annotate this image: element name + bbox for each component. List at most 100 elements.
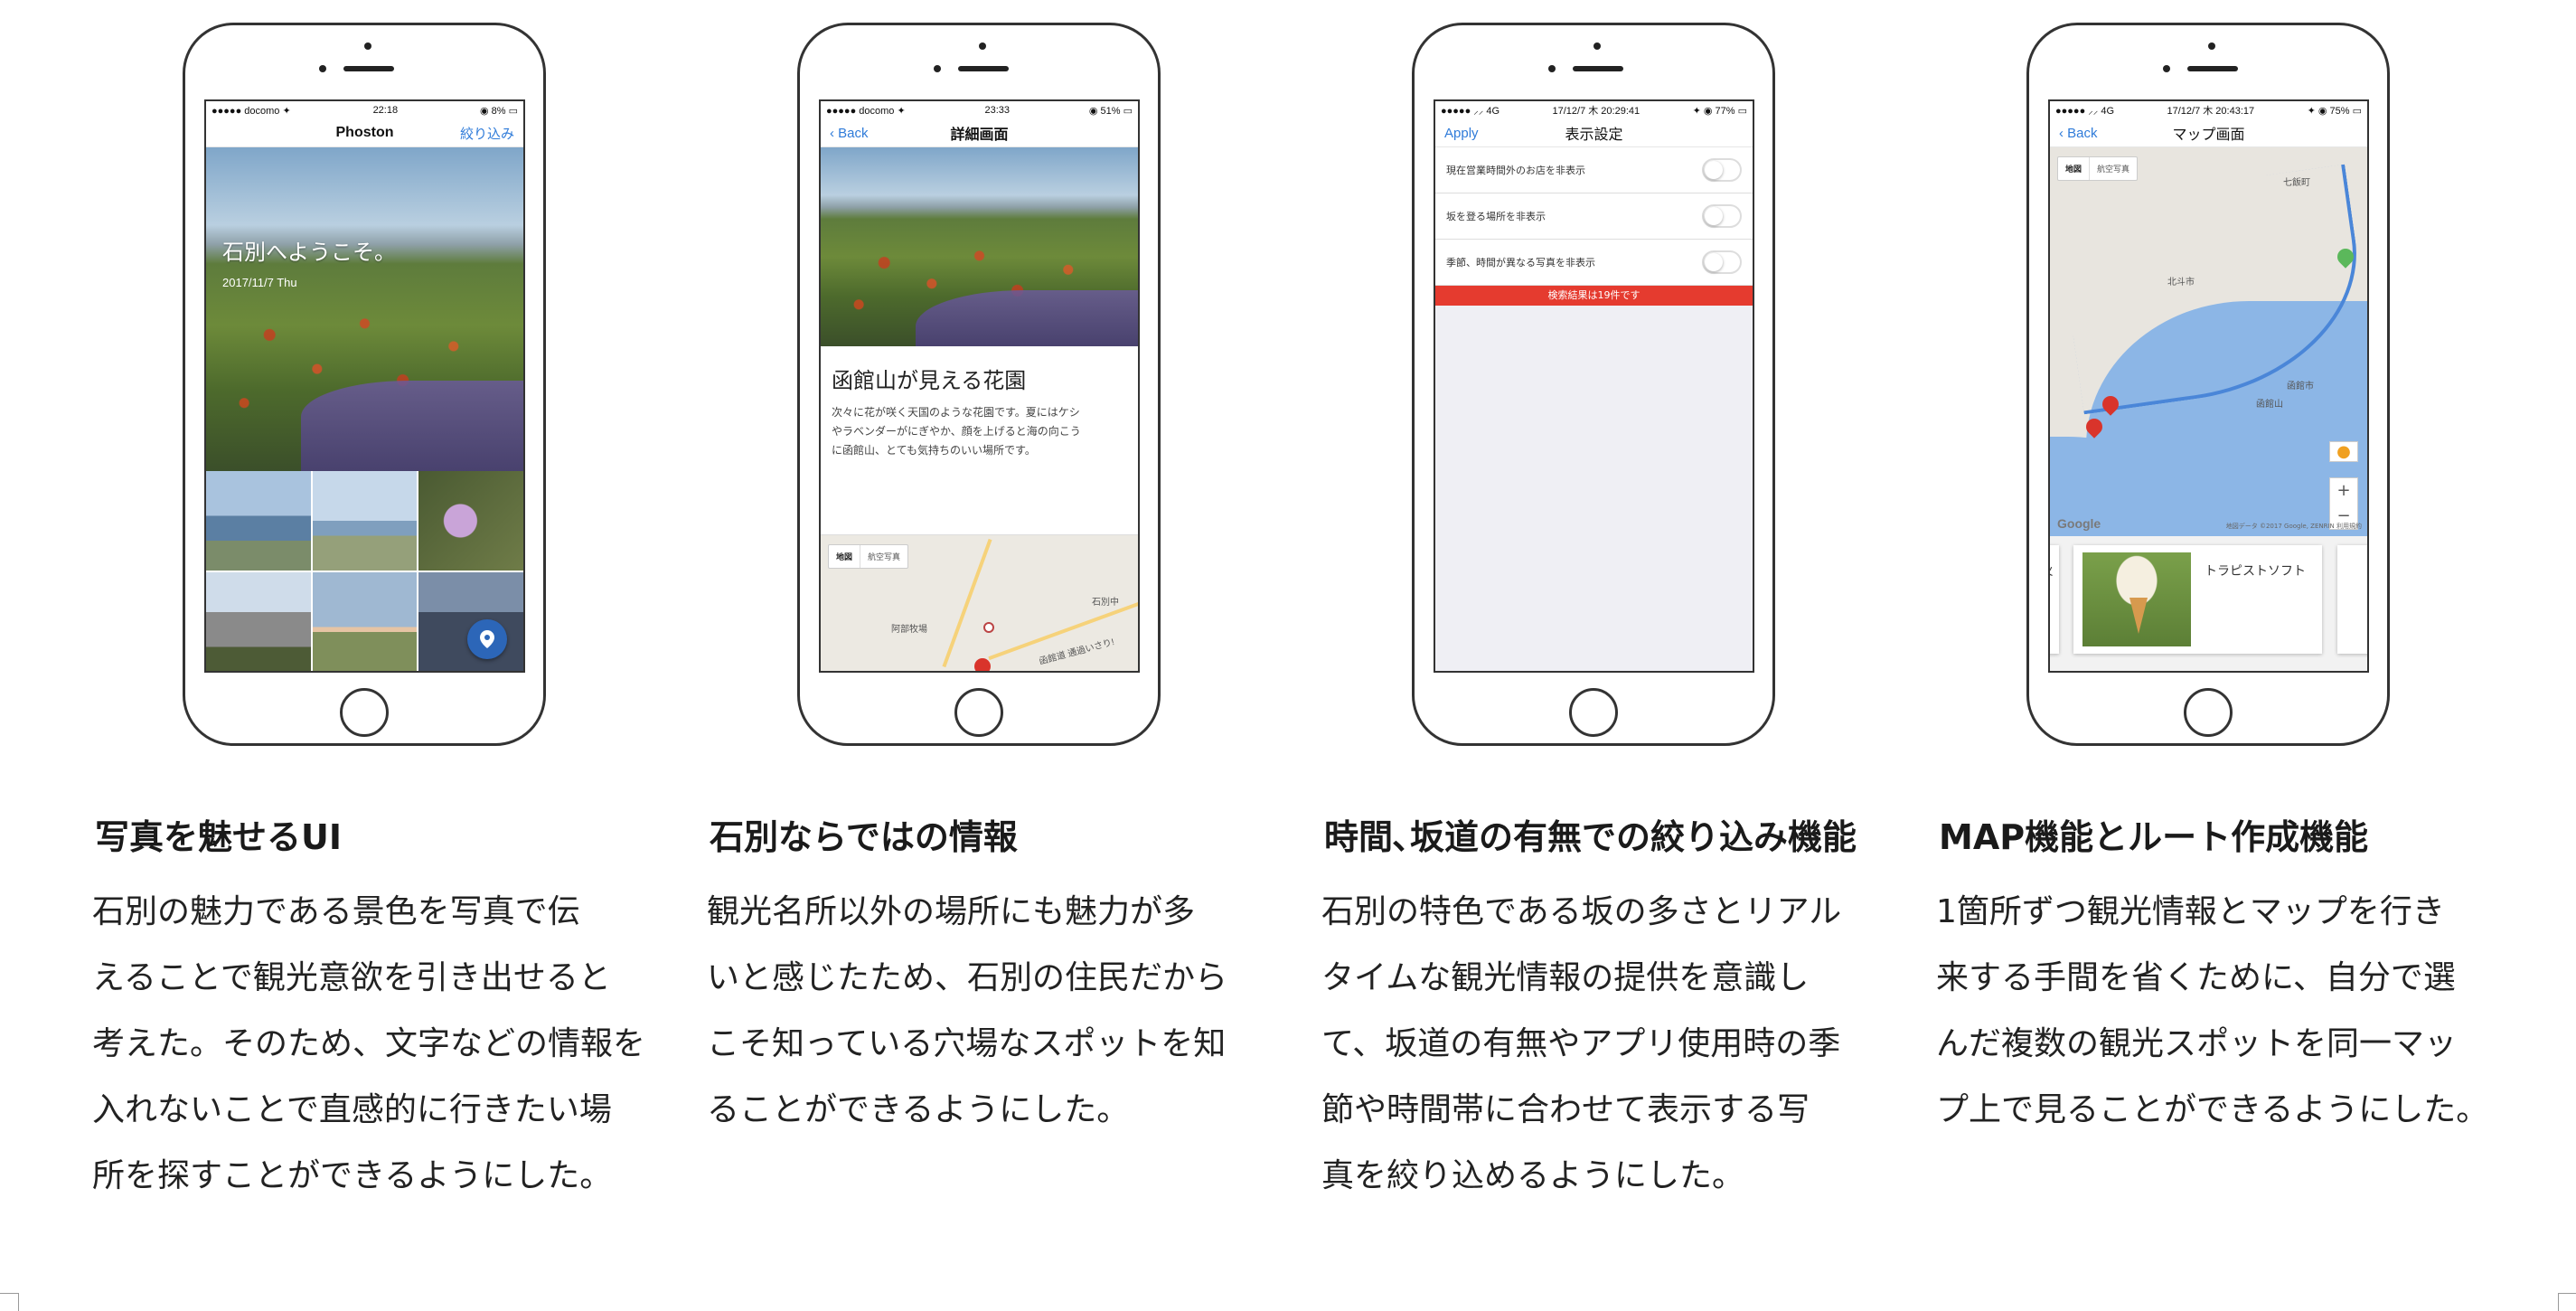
crop-mark — [18, 1293, 19, 1311]
google-logo: Google — [2057, 516, 2101, 531]
spot-description: 次々に花が咲く天国のような花園です。夏にはケシ やラベンダーがにぎやか、顔を上げ… — [832, 406, 1081, 457]
spot-image — [2082, 552, 2191, 646]
setting-row: 季節、時間が異なる写真を非表示 — [1435, 240, 1753, 286]
screen-title: 表示設定 — [1565, 127, 1623, 143]
poi-icon — [983, 622, 994, 633]
toggle-switch[interactable] — [1702, 204, 1742, 228]
status-time: 17/12/7 木 20:43:17 — [2167, 106, 2255, 117]
camera-dot — [1594, 42, 1601, 50]
battery: ✦ ◉ 77% ▭ — [1692, 105, 1747, 117]
hero-photo[interactable]: 石別へようこそ。 2017/11/7 Thu — [206, 147, 523, 471]
battery: ◉ 8% ▭ — [479, 105, 518, 117]
pegman-icon: ● — [2336, 442, 2351, 461]
home-button — [2184, 688, 2233, 737]
app-title: Phoston — [335, 125, 394, 140]
map-pin-button[interactable] — [466, 619, 507, 659]
carrier: ●●●●● ⸝⸝ 4G — [2055, 105, 2115, 117]
speaker-slot — [2187, 66, 2238, 71]
phone-mockup-map: ●●●●● ⸝⸝ 4G 17/12/7 木 20:43:17 ✦ ◉ 75% ▭… — [2026, 23, 2390, 746]
map-label: 函館道 通過いさり! — [1038, 637, 1116, 667]
camera-dot — [2208, 42, 2215, 50]
photo-thumb[interactable] — [206, 471, 311, 571]
toggle-switch[interactable] — [1702, 250, 1742, 274]
home-button — [954, 688, 1003, 737]
location-button[interactable]: ● — [2329, 441, 2358, 462]
sensor-dot — [934, 65, 941, 72]
spot-name: トラピストソフト — [2205, 564, 2306, 579]
date-text: 2017/11/7 Thu — [222, 276, 297, 289]
caption-body: 観光名所以外の場所にも魅力が多 いと感じたため、石別の住民だから こそ知っている… — [707, 893, 1228, 1128]
setting-row: 坂を登る場所を非表示 — [1435, 193, 1753, 240]
carrier: ●●●●● docomo ✦ — [212, 105, 291, 117]
status-bar: ●●●●● ⸝⸝ 4G 17/12/7 木 20:29:41 ✦ ◉ 77% ▭ — [1435, 101, 1753, 119]
battery: ◉ 51% ▭ — [1088, 105, 1133, 117]
crop-mark — [2558, 1293, 2559, 1311]
caption-body: 石別の特色である坂の多さとリアル タイムな観光情報の提供を意識し て、坂道の有無… — [1321, 893, 1842, 1194]
chevron-left-icon: ‹ — [2059, 125, 2068, 141]
column-map: ●●●●● ⸝⸝ 4G 17/12/7 木 20:43:17 ✦ ◉ 75% ▭… — [1925, 0, 2540, 1311]
map-label: 阿部牧場 — [891, 625, 927, 635]
column-filter: ●●●●● ⸝⸝ 4G 17/12/7 木 20:29:41 ✦ ◉ 77% ▭… — [1311, 0, 1925, 1311]
spot-card[interactable]: トラピストソフト — [2073, 545, 2322, 654]
zoom-in-button[interactable]: + — [2330, 478, 2357, 504]
map-tab[interactable]: 地図 — [829, 545, 861, 568]
home-button — [340, 688, 389, 737]
nav-bar: Apply 表示設定 — [1435, 119, 1753, 147]
map-type-toggle[interactable]: 地図 航空写真 — [2057, 156, 2139, 181]
map-label: 北斗市 — [2167, 278, 2195, 288]
map-tab[interactable]: 地図 — [2058, 157, 2091, 180]
back-button[interactable]: ‹ Back — [830, 126, 902, 141]
status-bar: ●●●●● docomo ✦ 23:33 ◉ 51% ▭ — [821, 101, 1138, 119]
apply-button[interactable]: Apply — [1444, 126, 1517, 141]
nav-bar: ‹ Back マップ画面 — [2050, 119, 2367, 147]
caption-body: 1箇所ずつ観光情報とマップを行き 来する手間を省くために、自分で選 んだ複数の観… — [1936, 893, 2489, 1128]
photo-thumb[interactable] — [418, 572, 523, 671]
spot-title: 函館山が見える花園 — [832, 368, 1027, 393]
photo-thumb[interactable] — [312, 572, 418, 671]
map-label: 函館市 — [2287, 382, 2314, 391]
speaker-slot — [1573, 66, 1623, 71]
column-photo-ui: ●●●●● docomo ✦ 22:18 ◉ 8% ▭ Phoston 絞り込み… — [81, 0, 696, 1311]
caption-body: 石別の魅力である景色を写真で伝 えることで観光意欲を引き出せると 考えた。そのた… — [92, 893, 646, 1194]
map-label: 七飯町 — [2283, 178, 2310, 188]
status-time: 22:18 — [372, 105, 399, 116]
back-button[interactable]: ‹ Back — [2059, 126, 2131, 141]
satellite-tab[interactable]: 航空写真 — [2090, 157, 2137, 180]
photo-thumb[interactable] — [418, 471, 523, 571]
map-type-toggle[interactable]: 地図 航空写真 — [828, 544, 909, 569]
caption-heading: MAP機能とルート作成機能 — [1939, 817, 2369, 857]
sensor-dot — [319, 65, 326, 72]
sensor-dot — [1548, 65, 1556, 72]
screen-title: 詳細画面 — [950, 127, 1009, 143]
nav-bar: ‹ Back 詳細画面 — [821, 119, 1138, 147]
caption-heading: 時間､坂道の有無での絞り込み機能 — [1324, 817, 1857, 857]
column-local-info: ●●●●● docomo ✦ 23:33 ◉ 51% ▭ ‹ Back 詳細画面… — [696, 0, 1311, 1311]
chevron-left-icon: ‹ — [830, 125, 839, 141]
photo-thumb[interactable] — [312, 471, 418, 571]
caption-heading: 石別ならではの情報 — [710, 817, 1018, 857]
map-label: 石別中 — [1092, 598, 1119, 608]
mini-map[interactable]: 地図 航空写真 石別中 阿部牧場 函館道 通過いさり! — [821, 534, 1138, 671]
crop-mark — [2558, 1293, 2576, 1294]
spot-card[interactable]: )火 — [2050, 545, 2059, 654]
map-copyright: 地図データ ©2017 Google, ZENRIN 利用規約 — [2225, 523, 2362, 530]
setting-label: 坂を登る場所を非表示 — [1446, 211, 1546, 222]
home-button — [1569, 688, 1618, 737]
route-map[interactable]: 地図 航空写真 七飯町 北斗市 函館市 函館山 ● + − Google 地図デ — [2050, 147, 2367, 536]
result-count-bar: 検索結果は19件です — [1435, 286, 1753, 306]
status-bar: ●●●●● ⸝⸝ 4G 17/12/7 木 20:43:17 ✦ ◉ 75% ▭ — [2050, 101, 2367, 119]
photo-grid — [206, 471, 523, 671]
settings-screen: ●●●●● ⸝⸝ 4G 17/12/7 木 20:29:41 ✦ ◉ 77% ▭… — [1434, 99, 1754, 673]
spot-card[interactable] — [2337, 545, 2367, 654]
speaker-slot — [958, 66, 1009, 71]
photo-thumb[interactable] — [206, 572, 311, 671]
satellite-tab[interactable]: 航空写真 — [860, 545, 907, 568]
filter-button[interactable]: 絞り込み — [442, 124, 514, 143]
spot-carousel: )火 トラピストソフト — [2050, 536, 2367, 671]
screen-title: マップ画面 — [2172, 127, 2245, 143]
speaker-slot — [343, 66, 394, 71]
battery: ✦ ◉ 75% ▭ — [2307, 105, 2362, 117]
sensor-dot — [2163, 65, 2170, 72]
nav-bar: Phoston 絞り込み — [206, 119, 523, 147]
toggle-switch[interactable] — [1702, 158, 1742, 182]
